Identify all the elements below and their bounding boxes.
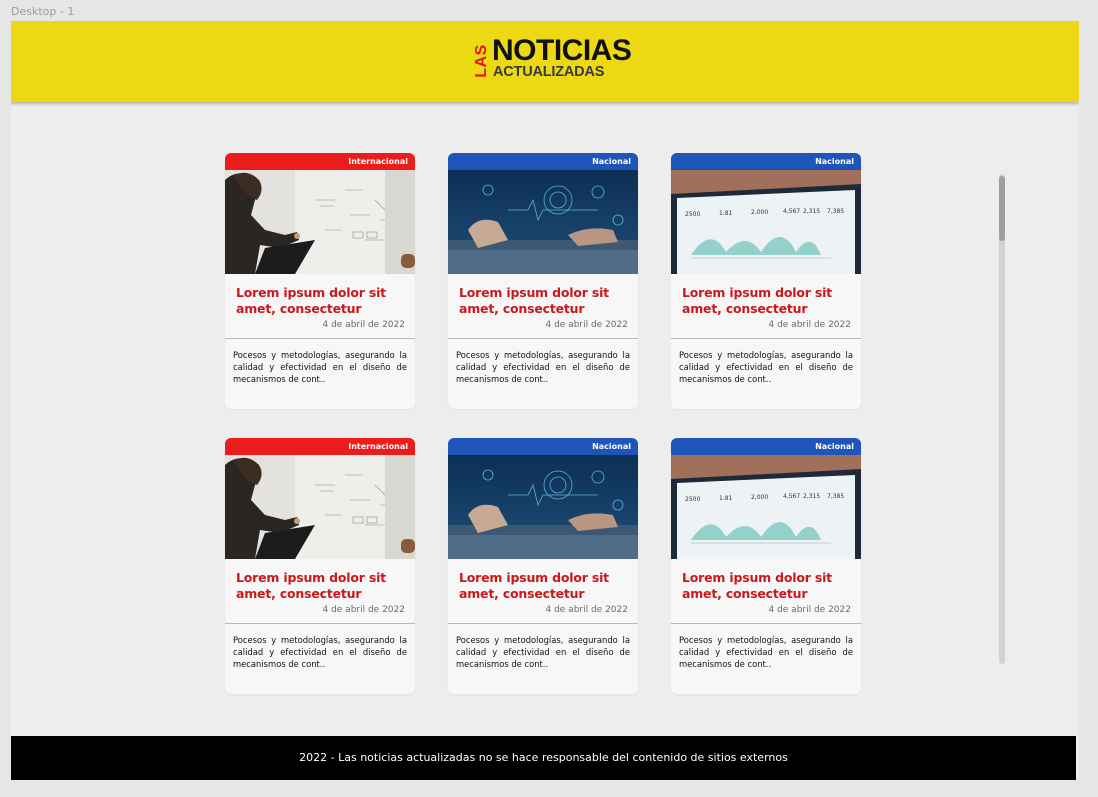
card-title[interactable]: Lorem ipsum dolor sit amet, consectetur bbox=[459, 570, 631, 602]
site-logo[interactable]: LAS NOTICIAS ACTUALIZADAS bbox=[473, 36, 632, 81]
card-description: Pocesos y metodologías, asegurando la ca… bbox=[679, 635, 853, 669]
svg-text:2,315: 2,315 bbox=[803, 493, 820, 500]
svg-text:7,385: 7,385 bbox=[827, 208, 844, 215]
category-badge[interactable]: Nacional bbox=[448, 153, 638, 170]
svg-text:7,385: 7,385 bbox=[827, 493, 844, 500]
site-footer: 2022 - Las noticias actualizadas no se h… bbox=[11, 736, 1076, 780]
card-divider bbox=[671, 623, 861, 624]
category-badge[interactable]: Nacional bbox=[671, 438, 861, 455]
whiteboard-photo bbox=[225, 455, 415, 559]
card-divider bbox=[448, 623, 638, 624]
card-divider bbox=[225, 623, 415, 624]
news-card[interactable]: Internacional Lorem ipsum dolor sit amet… bbox=[225, 438, 415, 694]
card-date: 4 de abril de 2022 bbox=[545, 320, 628, 330]
svg-text:2,000: 2,000 bbox=[751, 209, 768, 216]
card-title[interactable]: Lorem ipsum dolor sit amet, consectetur bbox=[682, 570, 854, 602]
vertical-scrollbar[interactable] bbox=[999, 174, 1005, 664]
technology-photo bbox=[448, 455, 638, 559]
site-header: LAS NOTICIAS ACTUALIZADAS bbox=[11, 21, 1079, 102]
logo-actualizadas: ACTUALIZADAS bbox=[493, 64, 605, 80]
analytics-dashboard-photo: 2500 1.81 2,000 4,567 2,315 7,385 bbox=[671, 170, 861, 274]
card-divider bbox=[448, 338, 638, 339]
card-description: Pocesos y metodologías, asegurando la ca… bbox=[233, 635, 407, 669]
category-badge[interactable]: Nacional bbox=[448, 438, 638, 455]
scrollbar-thumb[interactable] bbox=[999, 176, 1005, 241]
svg-text:2500: 2500 bbox=[685, 211, 700, 218]
logo-noticias: NOTICIAS bbox=[492, 34, 632, 67]
category-badge[interactable]: Internacional bbox=[225, 438, 415, 455]
card-description: Pocesos y metodologías, asegurando la ca… bbox=[456, 635, 630, 669]
svg-text:2500: 2500 bbox=[685, 496, 700, 503]
svg-text:2,315: 2,315 bbox=[803, 208, 820, 215]
analytics-dashboard-photo: 2500 1.81 2,000 4,567 2,315 7,385 bbox=[671, 455, 861, 559]
svg-text:1.81: 1.81 bbox=[719, 495, 733, 502]
news-card[interactable]: Internacional Lorem ipsum dolor sit amet… bbox=[225, 153, 415, 409]
news-card[interactable]: Nacional Lorem ipsum dolor sit amet, con… bbox=[448, 438, 638, 694]
frame-label: Desktop - 1 bbox=[11, 5, 75, 18]
card-description: Pocesos y metodologías, asegurando la ca… bbox=[233, 350, 407, 384]
card-title[interactable]: Lorem ipsum dolor sit amet, consectetur bbox=[236, 570, 408, 602]
technology-photo bbox=[448, 170, 638, 274]
card-date: 4 de abril de 2022 bbox=[768, 320, 851, 330]
category-badge[interactable]: Nacional bbox=[671, 153, 861, 170]
card-date: 4 de abril de 2022 bbox=[322, 320, 405, 330]
svg-text:4,567: 4,567 bbox=[783, 493, 800, 500]
card-description: Pocesos y metodologías, asegurando la ca… bbox=[456, 350, 630, 384]
card-title[interactable]: Lorem ipsum dolor sit amet, consectetur bbox=[236, 285, 408, 317]
category-badge[interactable]: Internacional bbox=[225, 153, 415, 170]
news-card[interactable]: Nacional Lorem ipsum dolor sit amet, con… bbox=[448, 153, 638, 409]
news-card[interactable]: Nacional 2500 1.81 2,000 4,567 2,315 7,385 Lo… bbox=[671, 438, 861, 694]
svg-text:2,000: 2,000 bbox=[751, 494, 768, 501]
news-card[interactable]: Nacional 2500 1.81 2,000 4,567 2,315 7,385 Lo… bbox=[671, 153, 861, 409]
card-title[interactable]: Lorem ipsum dolor sit amet, consectetur bbox=[682, 285, 854, 317]
svg-text:1.81: 1.81 bbox=[719, 210, 733, 217]
card-divider bbox=[671, 338, 861, 339]
card-description: Pocesos y metodologías, asegurando la ca… bbox=[679, 350, 853, 384]
whiteboard-photo bbox=[225, 170, 415, 274]
card-date: 4 de abril de 2022 bbox=[545, 605, 628, 615]
card-date: 4 de abril de 2022 bbox=[768, 605, 851, 615]
card-date: 4 de abril de 2022 bbox=[322, 605, 405, 615]
card-title[interactable]: Lorem ipsum dolor sit amet, consectetur bbox=[459, 285, 631, 317]
desktop-frame: LAS NOTICIAS ACTUALIZADAS Internacional … bbox=[11, 21, 1079, 780]
logo-las: LAS bbox=[473, 44, 490, 78]
card-divider bbox=[225, 338, 415, 339]
svg-text:4,567: 4,567 bbox=[783, 208, 800, 215]
